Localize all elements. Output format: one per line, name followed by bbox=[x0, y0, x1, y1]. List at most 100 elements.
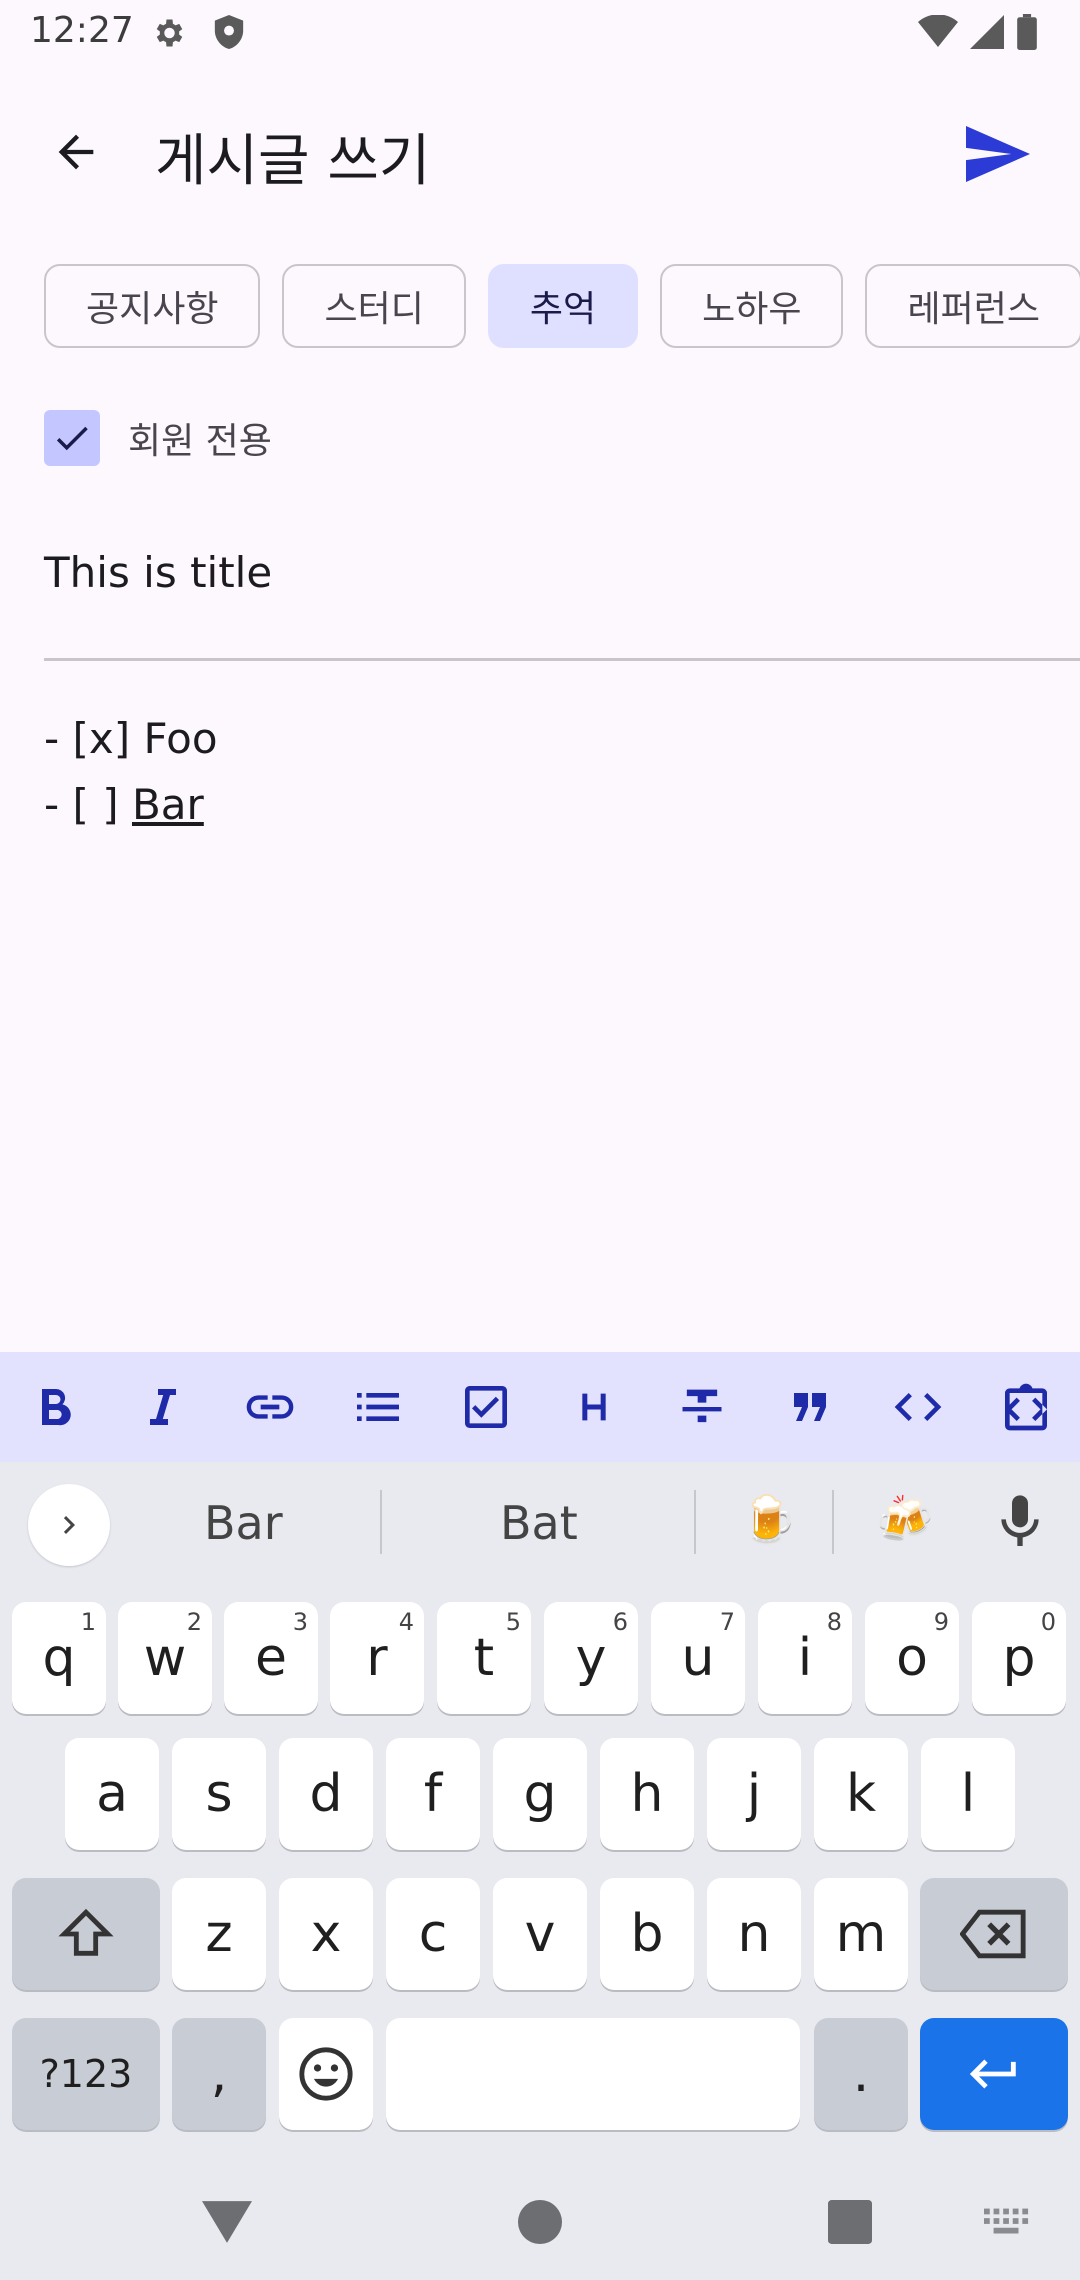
status-right-icons bbox=[918, 14, 1038, 50]
key-t[interactable]: t5 bbox=[437, 1602, 531, 1714]
emoji-suggestion-2[interactable]: 🍻 bbox=[876, 1492, 933, 1547]
suggestion-bar: Bar Bat 🍺 🍻 bbox=[0, 1462, 1080, 1582]
checkbox-button[interactable] bbox=[432, 1352, 540, 1462]
app-bar: 게시글 쓰기 bbox=[0, 100, 1080, 210]
suggestion-2[interactable]: Bat bbox=[500, 1496, 578, 1550]
shift-key[interactable] bbox=[12, 1878, 160, 1990]
key-j[interactable]: j bbox=[707, 1738, 801, 1850]
nav-back-icon[interactable] bbox=[202, 2200, 252, 2244]
comma-key[interactable]: , bbox=[172, 2018, 266, 2130]
title-divider bbox=[44, 658, 1080, 661]
key-i[interactable]: i8 bbox=[758, 1602, 852, 1714]
settings-status-icon bbox=[156, 19, 183, 47]
key-z[interactable]: z bbox=[172, 1878, 266, 1990]
italic-button[interactable] bbox=[108, 1352, 216, 1462]
strikethrough-icon bbox=[682, 1389, 722, 1423]
key-v[interactable]: v bbox=[493, 1878, 587, 1990]
chevron-right-icon bbox=[63, 1516, 75, 1534]
bulleted-list-button[interactable] bbox=[324, 1352, 432, 1462]
period-key[interactable]: . bbox=[814, 2018, 908, 2130]
microphone-icon[interactable] bbox=[988, 1490, 1052, 1554]
key-e[interactable]: e3 bbox=[224, 1602, 318, 1714]
body-line-prefix: - [ ] bbox=[44, 780, 132, 829]
shield-status-icon bbox=[214, 15, 244, 49]
suggestion-divider bbox=[832, 1490, 834, 1554]
title-input[interactable]: This is title bbox=[44, 548, 272, 597]
key-k[interactable]: k bbox=[814, 1738, 908, 1850]
heading-button[interactable] bbox=[540, 1352, 648, 1462]
key-o[interactable]: o9 bbox=[865, 1602, 959, 1714]
check-icon bbox=[56, 426, 88, 451]
suggestion-1[interactable]: Bar bbox=[204, 1496, 283, 1550]
backspace-key[interactable] bbox=[920, 1878, 1068, 1990]
members-only-checkbox[interactable] bbox=[44, 410, 100, 466]
key-g[interactable]: g bbox=[493, 1738, 587, 1850]
strikethrough-button[interactable] bbox=[648, 1352, 756, 1462]
enter-icon bbox=[969, 2059, 1016, 2089]
key-f[interactable]: f bbox=[386, 1738, 480, 1850]
signal-icon bbox=[970, 15, 1004, 49]
link-button[interactable] bbox=[216, 1352, 324, 1462]
emoji-key[interactable] bbox=[279, 2018, 373, 2130]
quote-button[interactable] bbox=[756, 1352, 864, 1462]
enter-key[interactable] bbox=[920, 2018, 1068, 2130]
nav-recents-icon[interactable] bbox=[828, 2200, 872, 2244]
key-q[interactable]: q1 bbox=[12, 1602, 106, 1714]
send-button[interactable] bbox=[960, 116, 1036, 192]
key-s[interactable]: s bbox=[172, 1738, 266, 1850]
suggestion-divider bbox=[694, 1490, 696, 1554]
key-l[interactable]: l bbox=[921, 1738, 1015, 1850]
category-chips: 공지사항 스터디 추억 노하우 레퍼런스 bbox=[44, 264, 1080, 348]
shift-icon bbox=[58, 1908, 114, 1956]
nav-home-icon[interactable] bbox=[518, 2200, 562, 2244]
suggestion-divider bbox=[380, 1490, 382, 1554]
key-p[interactable]: p0 bbox=[972, 1602, 1066, 1714]
status-time: 12:27 bbox=[30, 10, 134, 51]
format-toolbar bbox=[0, 1352, 1080, 1462]
chip-knowhow[interactable]: 노하우 bbox=[660, 264, 844, 348]
body-line: - [x] Foo bbox=[44, 714, 218, 763]
soft-keyboard: Bar Bat 🍺 🍻 q1 w2 e3 r4 t5 y6 u7 i8 o9 p… bbox=[0, 1462, 1080, 2280]
chip-notice[interactable]: 공지사항 bbox=[44, 264, 261, 348]
key-n[interactable]: n bbox=[707, 1878, 801, 1990]
chip-reference[interactable]: 레퍼런스 bbox=[865, 264, 1080, 348]
link-icon bbox=[246, 1395, 294, 1419]
code-button[interactable] bbox=[864, 1352, 972, 1462]
status-bar: 12:27 bbox=[0, 0, 1080, 64]
backspace-icon bbox=[960, 1909, 1026, 1959]
code-block-button[interactable] bbox=[972, 1352, 1080, 1462]
wifi-icon bbox=[918, 15, 958, 47]
key-x[interactable]: x bbox=[279, 1878, 373, 1990]
key-u[interactable]: u7 bbox=[651, 1602, 745, 1714]
key-y[interactable]: y6 bbox=[544, 1602, 638, 1714]
keyboard-expand-button[interactable] bbox=[28, 1484, 110, 1566]
space-key[interactable] bbox=[386, 2018, 800, 2130]
members-only-row: 회원 전용 bbox=[44, 410, 272, 466]
code-block-icon bbox=[1005, 1383, 1047, 1431]
quote-icon bbox=[794, 1393, 826, 1421]
composing-word: Bar bbox=[131, 780, 204, 829]
key-a[interactable]: a bbox=[65, 1738, 159, 1850]
key-w[interactable]: w2 bbox=[118, 1602, 212, 1714]
emoji-suggestion-1[interactable]: 🍺 bbox=[740, 1492, 797, 1547]
italic-icon bbox=[150, 1389, 176, 1425]
key-b[interactable]: b bbox=[600, 1878, 694, 1990]
key-m[interactable]: m bbox=[814, 1878, 908, 1990]
checkbox-icon bbox=[465, 1386, 507, 1428]
key-r[interactable]: r4 bbox=[330, 1602, 424, 1714]
chip-study[interactable]: 스터디 bbox=[282, 264, 466, 348]
chip-memories[interactable]: 추억 bbox=[487, 264, 639, 348]
body-line: - [ ] Bar bbox=[44, 772, 218, 838]
bold-button[interactable] bbox=[0, 1352, 108, 1462]
heading-icon bbox=[582, 1393, 606, 1421]
key-h[interactable]: h bbox=[600, 1738, 694, 1850]
bulleted-list-icon bbox=[357, 1393, 399, 1421]
body-input[interactable]: - [x] Foo - [ ] Bar bbox=[44, 706, 218, 838]
key-d[interactable]: d bbox=[279, 1738, 373, 1850]
code-icon bbox=[894, 1393, 942, 1421]
system-nav-bar bbox=[0, 2164, 1080, 2280]
key-c[interactable]: c bbox=[386, 1878, 480, 1990]
symbols-key[interactable]: ?123 bbox=[12, 2018, 160, 2130]
keyboard-switch-icon[interactable] bbox=[984, 2208, 1030, 2236]
back-button[interactable] bbox=[44, 120, 108, 184]
